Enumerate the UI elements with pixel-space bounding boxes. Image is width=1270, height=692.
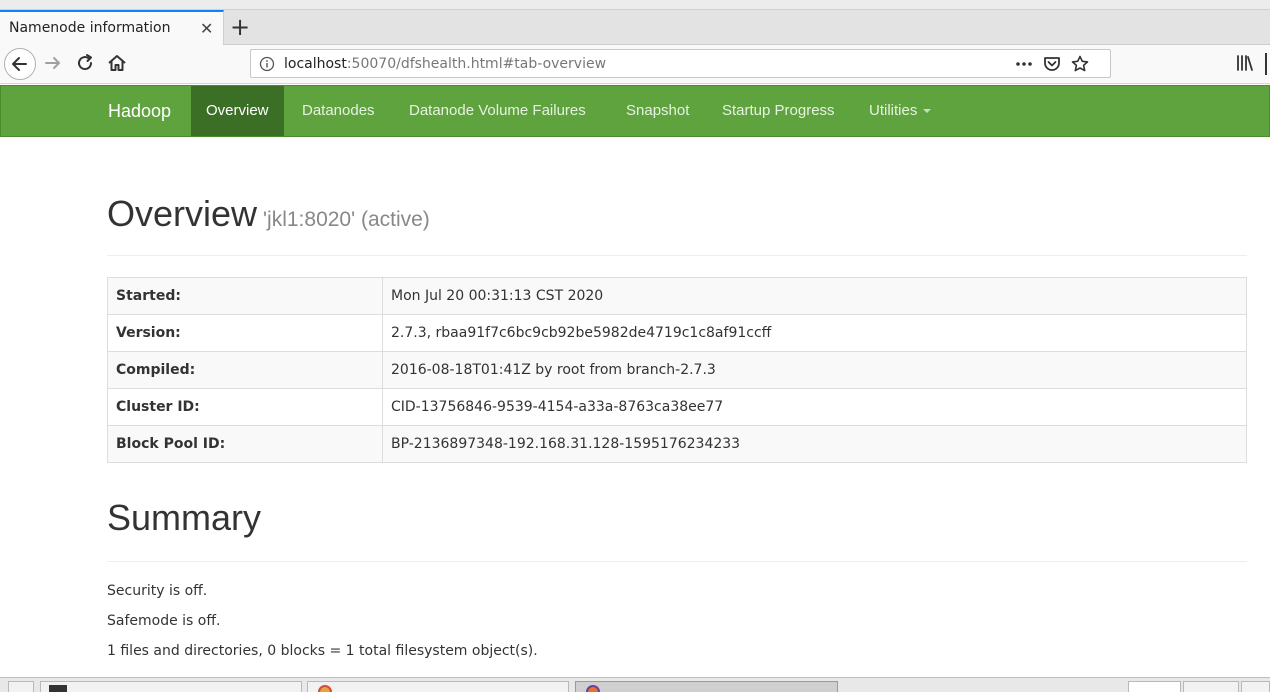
workspace-2[interactable] <box>1183 681 1239 692</box>
caret-down-icon <box>923 109 932 114</box>
overview-subtitle: 'jkl1:8020' (active) <box>263 208 430 231</box>
table-row: Compiled: 2016-08-18T01:41Z by root from… <box>107 351 1247 389</box>
forward-arrow-icon[interactable] <box>41 51 65 75</box>
row-value: 2016-08-18T01:41Z by root from branch-2.… <box>382 351 1247 389</box>
bookmark-star-icon[interactable] <box>1070 54 1090 74</box>
browser-navbar: localhost:50070/dfshealth.html#tab-overv… <box>0 45 1270 84</box>
tab-title: Namenode information <box>9 20 171 36</box>
sidebar-edge <box>1265 53 1270 75</box>
url-text[interactable]: localhost:50070/dfshealth.html#tab-overv… <box>284 56 606 72</box>
safemode-status: Safemode is off. <box>107 613 221 629</box>
table-row: Block Pool ID: BP-2136897348-192.168.31.… <box>107 425 1247 463</box>
firefox-icon <box>586 685 600 692</box>
overview-heading: Overview'jkl1:8020' (active) <box>107 193 430 235</box>
row-label: Block Pool ID: <box>107 425 383 463</box>
nav-snapshot[interactable]: Snapshot <box>611 86 704 136</box>
library-icon[interactable] <box>1233 51 1257 75</box>
row-value: BP-2136897348-192.168.31.128-15951762342… <box>382 425 1247 463</box>
nav-utilities-dropdown[interactable]: Utilities <box>854 86 946 136</box>
hadoop-brand[interactable]: Hadoop <box>108 101 171 122</box>
window-top-edge <box>0 0 1270 10</box>
back-button[interactable] <box>4 48 36 80</box>
nav-overview[interactable]: Overview <box>191 86 284 136</box>
pocket-icon[interactable] <box>1042 54 1062 74</box>
security-status: Security is off. <box>107 583 208 599</box>
table-row: Version: 2.7.3, rbaa91f7c6bc9cb92be5982d… <box>107 314 1247 352</box>
taskbar-window-firefox[interactable] <box>575 681 838 692</box>
table-row: Started: Mon Jul 20 00:31:13 CST 2020 <box>107 277 1247 315</box>
url-tools <box>1014 54 1104 74</box>
taskbar-window-chrome[interactable] <box>307 681 569 692</box>
tab-close-icon[interactable]: ✕ <box>200 19 213 38</box>
workspace-3[interactable] <box>1241 681 1270 692</box>
tab-strip: Namenode information ✕ + <box>0 10 1270 46</box>
summary-title: Summary <box>107 497 262 538</box>
info-icon[interactable] <box>259 56 275 72</box>
overview-table: Started: Mon Jul 20 00:31:13 CST 2020 Ve… <box>107 277 1247 463</box>
nav-startup-progress[interactable]: Startup Progress <box>707 86 850 136</box>
table-row: Cluster ID: CID-13756846-9539-4154-a33a-… <box>107 388 1247 426</box>
url-path: :50070/dfshealth.html#tab-overview <box>346 56 607 72</box>
nav-datanode-volume-failures[interactable]: Datanode Volume Failures <box>394 86 601 136</box>
taskbar-window-terminal[interactable] <box>40 681 302 692</box>
row-value: CID-13756846-9539-4154-a33a-8763ca38ee77 <box>382 388 1247 426</box>
show-desktop-button[interactable] <box>8 681 34 692</box>
browser-tab[interactable]: Namenode information ✕ <box>0 10 224 46</box>
nav-datanodes[interactable]: Datanodes <box>287 86 390 136</box>
row-label: Version: <box>107 314 383 352</box>
filesystem-objects: 1 files and directories, 0 blocks = 1 to… <box>107 643 538 659</box>
row-value: 2.7.3, rbaa91f7c6bc9cb92be5982de4719c1c8… <box>382 314 1247 352</box>
url-host: localhost <box>284 56 347 72</box>
reload-icon[interactable] <box>73 51 97 75</box>
back-arrow-icon <box>12 57 27 71</box>
terminal-icon <box>49 685 67 692</box>
page-actions-icon[interactable] <box>1014 54 1034 74</box>
divider <box>107 255 1247 256</box>
row-label: Cluster ID: <box>107 388 383 426</box>
row-label: Started: <box>107 277 383 315</box>
overview-title: Overview <box>107 193 258 234</box>
row-label: Compiled: <box>107 351 383 389</box>
divider <box>107 561 1247 562</box>
taskbar <box>0 677 1270 692</box>
workspace-1[interactable] <box>1128 681 1181 692</box>
chrome-icon <box>318 685 332 692</box>
url-bar[interactable]: localhost:50070/dfshealth.html#tab-overv… <box>250 49 1111 78</box>
home-icon[interactable] <box>105 51 129 75</box>
row-value: Mon Jul 20 00:31:13 CST 2020 <box>382 277 1247 315</box>
hadoop-navbar: Hadoop Overview Datanodes Datanode Volum… <box>0 85 1270 137</box>
nav-utilities-label: Utilities <box>869 102 918 119</box>
new-tab-icon[interactable]: + <box>230 13 250 41</box>
